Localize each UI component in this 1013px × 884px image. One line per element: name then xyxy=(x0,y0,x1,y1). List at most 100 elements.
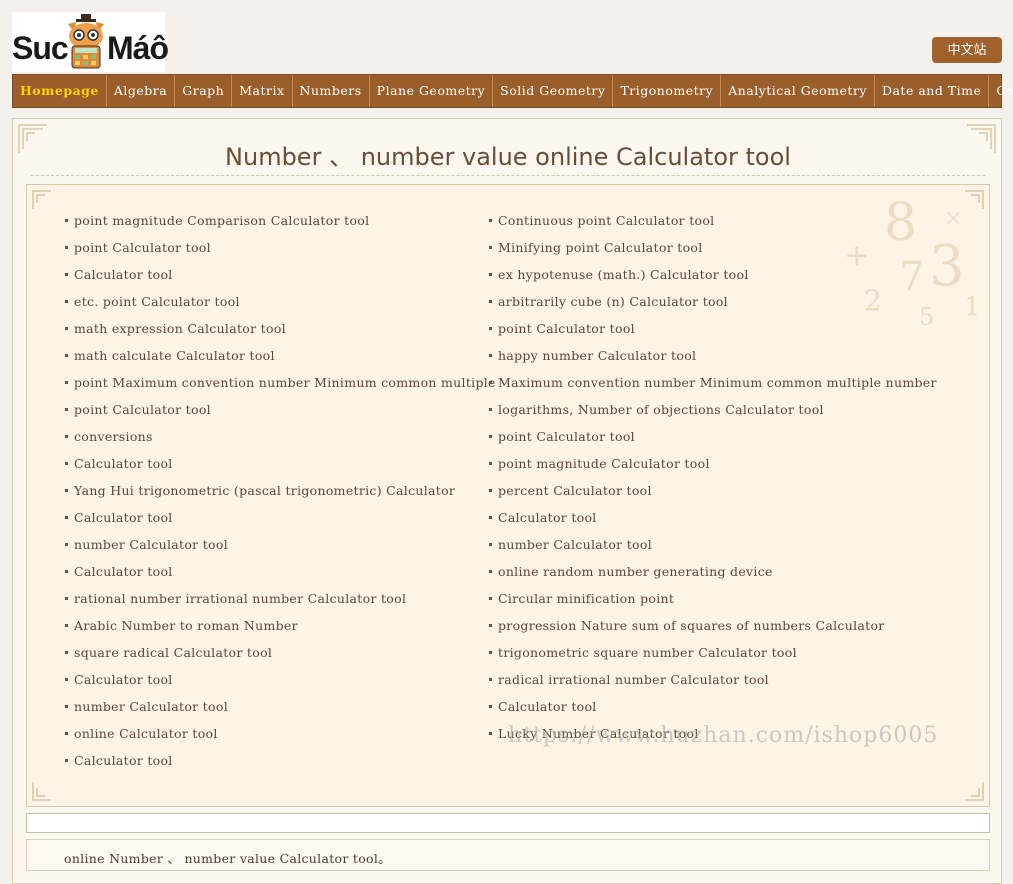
tool-link[interactable]: Continuous point Calculator tool xyxy=(498,213,714,228)
list-item[interactable]: Calculator tool xyxy=(65,666,496,693)
tool-link[interactable]: trigonometric square number Calculator t… xyxy=(498,645,797,660)
nav-item-plane-geometry[interactable]: Plane Geometry xyxy=(370,75,494,107)
tool-link[interactable]: rational number irrational number Calcul… xyxy=(74,591,406,606)
main-panel: Number 、 number value online Calculator … xyxy=(12,118,1002,884)
nav-item-colors[interactable]: Colors xyxy=(989,75,1013,107)
tool-link[interactable]: Maximum convention number Minimum common… xyxy=(498,375,937,390)
list-item[interactable]: Calculator tool xyxy=(65,504,496,531)
tool-link[interactable]: Calculator tool xyxy=(498,699,597,714)
tool-link[interactable]: point magnitude Calculator tool xyxy=(498,456,710,471)
list-item[interactable]: point Calculator tool xyxy=(489,423,937,450)
tool-link[interactable]: Calculator tool xyxy=(74,753,173,768)
site-logo[interactable]: Suc Máô xyxy=(12,12,169,72)
tool-link[interactable]: progression Nature sum of squares of num… xyxy=(498,618,885,633)
tool-link[interactable]: square radical Calculator tool xyxy=(74,645,272,660)
list-item[interactable]: rational number irrational number Calcul… xyxy=(65,585,496,612)
nav-item-date-and-time[interactable]: Date and Time xyxy=(875,75,990,107)
tool-link[interactable]: point Calculator tool xyxy=(74,402,211,417)
tool-link[interactable]: online random number generating device xyxy=(498,564,773,579)
tool-link[interactable]: math calculate Calculator tool xyxy=(74,348,275,363)
nav-item-analytical-geometry[interactable]: Analytical Geometry xyxy=(721,75,875,107)
tool-link[interactable]: Calculator tool xyxy=(74,267,173,282)
list-item[interactable]: Calculator tool xyxy=(65,261,496,288)
nav-item-trigonometry[interactable]: Trigonometry xyxy=(613,75,722,107)
tool-link[interactable]: Calculator tool xyxy=(74,456,173,471)
tool-link[interactable]: radical irrational number Calculator too… xyxy=(498,672,769,687)
tool-link[interactable]: Calculator tool xyxy=(498,510,597,525)
list-item[interactable]: Arabic Number to roman Number xyxy=(65,612,496,639)
tool-link[interactable]: Minifying point Calculator tool xyxy=(498,240,703,255)
corner-ornament-icon xyxy=(32,782,51,801)
tool-link[interactable]: point magnitude Comparison Calculator to… xyxy=(74,213,369,228)
list-item[interactable]: Circular minification point xyxy=(489,585,937,612)
list-item[interactable]: Calculator tool xyxy=(65,747,496,774)
list-item[interactable]: logarithms, Number of objections Calcula… xyxy=(489,396,937,423)
list-item[interactable]: Calculator tool xyxy=(65,558,496,585)
nav-item-algebra[interactable]: Algebra xyxy=(107,75,176,107)
svg-text:1: 1 xyxy=(964,292,981,322)
list-item[interactable]: number Calculator tool xyxy=(65,531,496,558)
list-item[interactable]: point Maximum convention number Minimum … xyxy=(65,369,496,396)
tool-link[interactable]: ex hypotenuse (math.) Calculator tool xyxy=(498,267,749,282)
list-item[interactable]: point Calculator tool xyxy=(65,234,496,261)
list-item[interactable]: trigonometric square number Calculator t… xyxy=(489,639,937,666)
list-item[interactable]: Calculator tool xyxy=(489,693,937,720)
list-item[interactable]: math calculate Calculator tool xyxy=(65,342,496,369)
tool-link[interactable]: conversions xyxy=(74,429,153,444)
list-item[interactable]: arbitrarily cube (n) Calculator tool xyxy=(489,288,937,315)
tool-link[interactable]: number Calculator tool xyxy=(74,537,228,552)
tool-link[interactable]: Calculator tool xyxy=(74,564,173,579)
tool-link[interactable]: math expression Calculator tool xyxy=(74,321,286,336)
list-item[interactable]: online Calculator tool xyxy=(65,720,496,747)
list-item[interactable]: math expression Calculator tool xyxy=(65,315,496,342)
nav-item-matrix[interactable]: Matrix xyxy=(232,75,293,107)
list-item[interactable]: percent Calculator tool xyxy=(489,477,937,504)
list-item[interactable]: happy number Calculator tool xyxy=(489,342,937,369)
tool-link[interactable]: logarithms, Number of objections Calcula… xyxy=(498,402,824,417)
list-item[interactable]: Continuous point Calculator tool xyxy=(489,207,937,234)
list-item[interactable]: Calculator tool xyxy=(489,504,937,531)
tool-link[interactable]: arbitrarily cube (n) Calculator tool xyxy=(498,294,728,309)
cat-calculator-icon xyxy=(68,14,104,69)
list-item[interactable]: point Calculator tool xyxy=(65,396,496,423)
tool-link[interactable]: point Calculator tool xyxy=(498,429,635,444)
list-item[interactable]: radical irrational number Calculator too… xyxy=(489,666,937,693)
tool-link[interactable]: point Maximum convention number Minimum … xyxy=(74,375,496,390)
tool-link[interactable]: percent Calculator tool xyxy=(498,483,652,498)
tool-link[interactable]: Calculator tool xyxy=(74,672,173,687)
list-item[interactable]: ex hypotenuse (math.) Calculator tool xyxy=(489,261,937,288)
tool-link[interactable]: Arabic Number to roman Number xyxy=(74,618,298,633)
list-item[interactable]: point magnitude Comparison Calculator to… xyxy=(65,207,496,234)
list-item[interactable]: point Calculator tool xyxy=(489,315,937,342)
chinese-site-button[interactable]: 中文站 xyxy=(932,37,1002,63)
list-item[interactable]: conversions xyxy=(65,423,496,450)
list-item[interactable]: online random number generating device xyxy=(489,558,937,585)
tool-link[interactable]: Yang Hui trigonometric (pascal trigonome… xyxy=(74,483,455,498)
list-item[interactable]: Yang Hui trigonometric (pascal trigonome… xyxy=(65,477,496,504)
list-item[interactable]: number Calculator tool xyxy=(489,531,937,558)
nav-item-homepage[interactable]: Homepage xyxy=(13,75,107,107)
tool-link[interactable]: online Calculator tool xyxy=(74,726,218,741)
tool-list-left: point magnitude Comparison Calculator to… xyxy=(65,207,496,774)
tool-link[interactable]: number Calculator tool xyxy=(498,537,652,552)
tool-link[interactable]: etc. point Calculator tool xyxy=(74,294,240,309)
tool-link[interactable]: Circular minification point xyxy=(498,591,674,606)
tool-link[interactable]: happy number Calculator tool xyxy=(498,348,696,363)
nav-item-numbers[interactable]: Numbers xyxy=(293,75,370,107)
tool-link[interactable]: point Calculator tool xyxy=(498,321,635,336)
list-item[interactable]: Calculator tool xyxy=(65,450,496,477)
list-item[interactable]: number Calculator tool xyxy=(65,693,496,720)
list-item[interactable]: Maximum convention number Minimum common… xyxy=(489,369,937,396)
list-item[interactable]: Minifying point Calculator tool xyxy=(489,234,937,261)
tool-link[interactable]: point Calculator tool xyxy=(74,240,211,255)
tool-link[interactable]: number Calculator tool xyxy=(74,699,228,714)
list-item[interactable]: progression Nature sum of squares of num… xyxy=(489,612,937,639)
page-title: Number 、 number value online Calculator … xyxy=(225,143,791,171)
nav-item-solid-geometry[interactable]: Solid Geometry xyxy=(493,75,614,107)
list-item[interactable]: point magnitude Calculator tool xyxy=(489,450,937,477)
svg-text:×: × xyxy=(944,206,962,231)
tool-link[interactable]: Calculator tool xyxy=(74,510,173,525)
nav-item-graph[interactable]: Graph xyxy=(175,75,233,107)
list-item[interactable]: etc. point Calculator tool xyxy=(65,288,496,315)
list-item[interactable]: square radical Calculator tool xyxy=(65,639,496,666)
